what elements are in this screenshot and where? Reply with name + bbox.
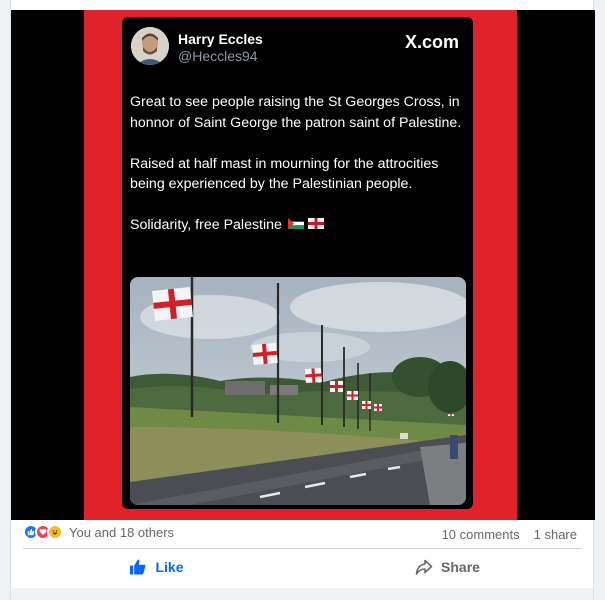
palestine-flag-icon (287, 218, 304, 229)
tweet-screenshot: Harry Eccles @Heccles94 X.com Great to s… (122, 17, 473, 509)
tweet-text: Great to see people raising the St Georg… (130, 92, 470, 256)
red-frame: Harry Eccles @Heccles94 X.com Great to s… (84, 10, 517, 520)
tweet-photo (130, 277, 466, 505)
share-arrow-icon (415, 559, 433, 575)
avatar (131, 27, 169, 65)
bottom-separator (11, 588, 593, 600)
divider (23, 548, 581, 549)
tweet-author-name: Harry Eccles (178, 31, 263, 47)
tweet-paragraph-3-text: Solidarity, free Palestine (130, 217, 282, 233)
tweet-paragraph-3: Solidarity, free Palestine (130, 215, 470, 236)
post-action-bar: Like Share (11, 550, 593, 584)
shares-count[interactable]: 1 share (534, 527, 577, 542)
flag-emojis (287, 215, 324, 236)
post-media[interactable]: Harry Eccles @Heccles94 X.com Great to s… (11, 10, 595, 520)
reactions-summary[interactable]: You and 18 others (23, 524, 174, 540)
post-counts: 10 comments 1 share (442, 527, 577, 542)
tweet-paragraph-2: Raised at half mast in mourning for the … (130, 155, 439, 193)
haha-reaction-icon (47, 524, 63, 540)
facebook-post: Harry Eccles @Heccles94 X.com Great to s… (10, 0, 595, 600)
share-button[interactable]: Share (302, 550, 593, 584)
reactions-text[interactable]: You and 18 others (69, 525, 174, 540)
like-label: Like (155, 559, 184, 575)
comments-count[interactable]: 10 comments (442, 527, 520, 542)
like-button[interactable]: Like (11, 550, 302, 584)
thumbs-up-icon (130, 559, 146, 575)
england-flag-icon (307, 218, 324, 229)
x-logo: X.com (404, 32, 459, 52)
tweet-paragraph-1: Great to see people raising the St Georg… (130, 94, 462, 131)
share-label: Share (441, 559, 480, 575)
tweet-author-handle: @Heccles94 (178, 48, 258, 64)
